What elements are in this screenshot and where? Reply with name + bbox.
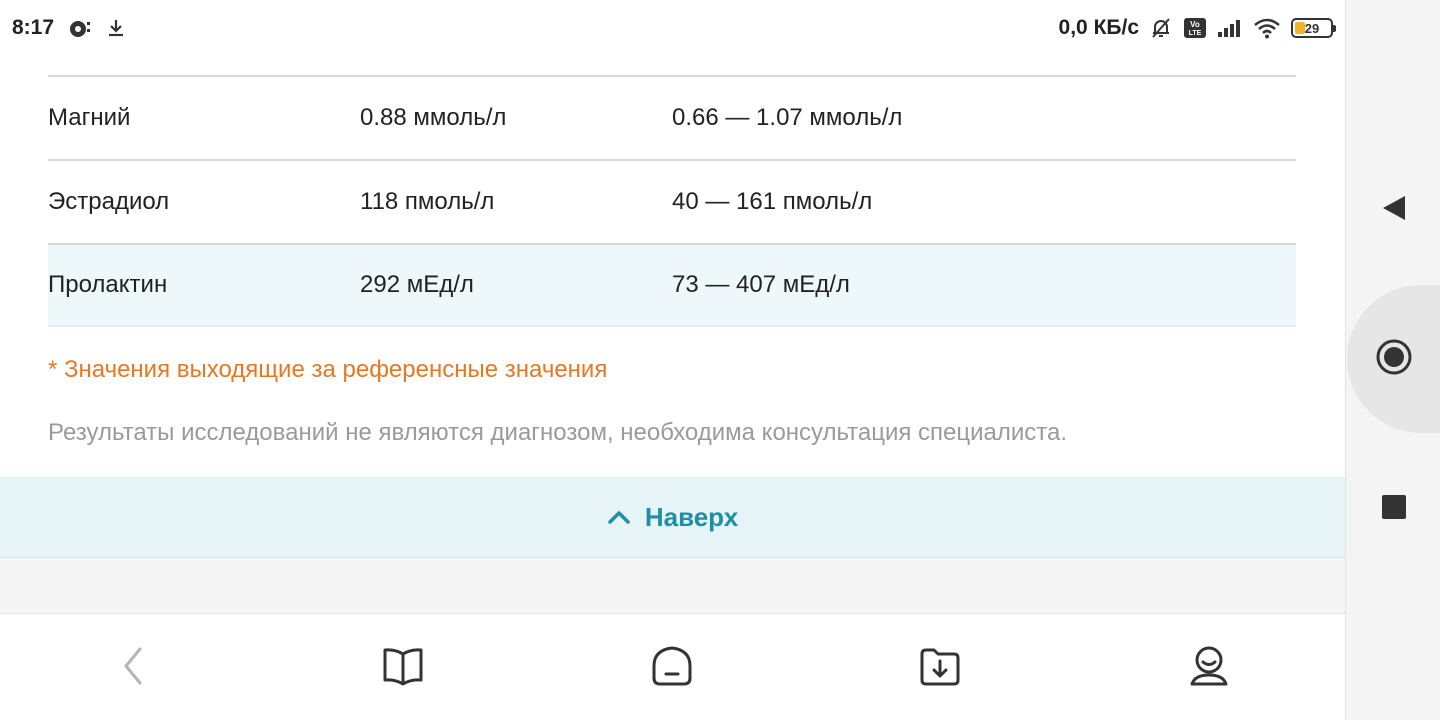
test-reference: 73 — 407 мЕд/л xyxy=(672,271,850,298)
recents-square-icon xyxy=(1381,494,1407,525)
battery-fill xyxy=(1295,22,1305,34)
out-of-range-note: * Значения выходящие за референсные знач… xyxy=(48,356,608,383)
results-table: Магний 0.88 ммоль/л 0.66 — 1.07 ммоль/л … xyxy=(48,75,1296,327)
nav-library-button[interactable] xyxy=(377,642,429,694)
status-bar-right: 0,0 КБ/с Vo LTE 29 xyxy=(1058,16,1336,40)
disclaimer-note: Результаты исследований не являются диаг… xyxy=(48,419,1068,446)
nav-back-button[interactable] xyxy=(107,642,159,694)
battery-icon: 29 xyxy=(1291,18,1336,38)
chevron-up-icon xyxy=(607,509,631,525)
signal-icon xyxy=(1217,18,1243,38)
svg-text:LTE: LTE xyxy=(1189,30,1202,37)
test-name: Эстрадиол xyxy=(48,188,170,215)
test-name: Магний xyxy=(48,104,131,131)
test-name: Пролактин xyxy=(48,271,168,298)
download-icon xyxy=(106,18,126,38)
back-icon xyxy=(118,645,148,692)
footer-strip xyxy=(0,558,1345,613)
home-icon xyxy=(650,644,694,693)
nav-profile-button[interactable] xyxy=(1183,642,1235,694)
system-nav-bar xyxy=(1345,0,1440,720)
test-reference: 40 — 161 пмоль/л xyxy=(672,188,873,215)
nav-downloads-button[interactable] xyxy=(914,642,966,694)
back-triangle-icon xyxy=(1381,194,1407,227)
profile-icon xyxy=(1187,644,1231,693)
book-icon xyxy=(381,646,425,691)
scroll-to-top-button[interactable]: Наверх xyxy=(0,477,1345,558)
bell-off-icon xyxy=(1149,16,1173,40)
notification-app-icon xyxy=(68,17,92,39)
bottom-nav xyxy=(0,613,1345,720)
main-content: Магний 0.88 ммоль/л 0.66 — 1.07 ммоль/л … xyxy=(0,56,1345,613)
test-value: 0.88 ммоль/л xyxy=(360,104,507,131)
scroll-to-top-label: Наверх xyxy=(644,501,739,532)
home-circle-icon xyxy=(1374,337,1414,382)
clock: 8:17 xyxy=(12,16,55,39)
status-bar: 8:17 0,0 КБ/с Vo LTE 29 xyxy=(0,0,1345,56)
table-row: Пролактин 292 мЕд/л 73 — 407 мЕд/л xyxy=(48,243,1296,327)
status-bar-left: 8:17 xyxy=(12,16,126,40)
test-value: 292 мЕд/л xyxy=(360,271,474,298)
system-recents-button[interactable] xyxy=(1346,494,1440,524)
test-value: 118 пмоль/л xyxy=(360,188,495,215)
system-home-button[interactable] xyxy=(1346,336,1440,382)
table-row: Эстрадиол 118 пмоль/л 40 — 161 пмоль/л xyxy=(48,159,1296,243)
battery-level: 29 xyxy=(1304,20,1320,36)
system-back-button[interactable] xyxy=(1346,190,1440,230)
table-row: Магний 0.88 ммоль/л 0.66 — 1.07 ммоль/л xyxy=(48,75,1296,159)
volte-icon: Vo LTE xyxy=(1183,17,1207,39)
network-speed: 0,0 КБ/с xyxy=(1058,16,1139,39)
wifi-icon xyxy=(1253,17,1281,39)
svg-text:Vo: Vo xyxy=(1190,20,1200,29)
nav-home-button[interactable] xyxy=(646,642,698,694)
downloads-folder-icon xyxy=(918,646,962,691)
screen: 8:17 0,0 КБ/с Vo LTE 29 Магний 0.88 ммол… xyxy=(0,0,1440,720)
test-reference: 0.66 — 1.07 ммоль/л xyxy=(672,104,903,131)
